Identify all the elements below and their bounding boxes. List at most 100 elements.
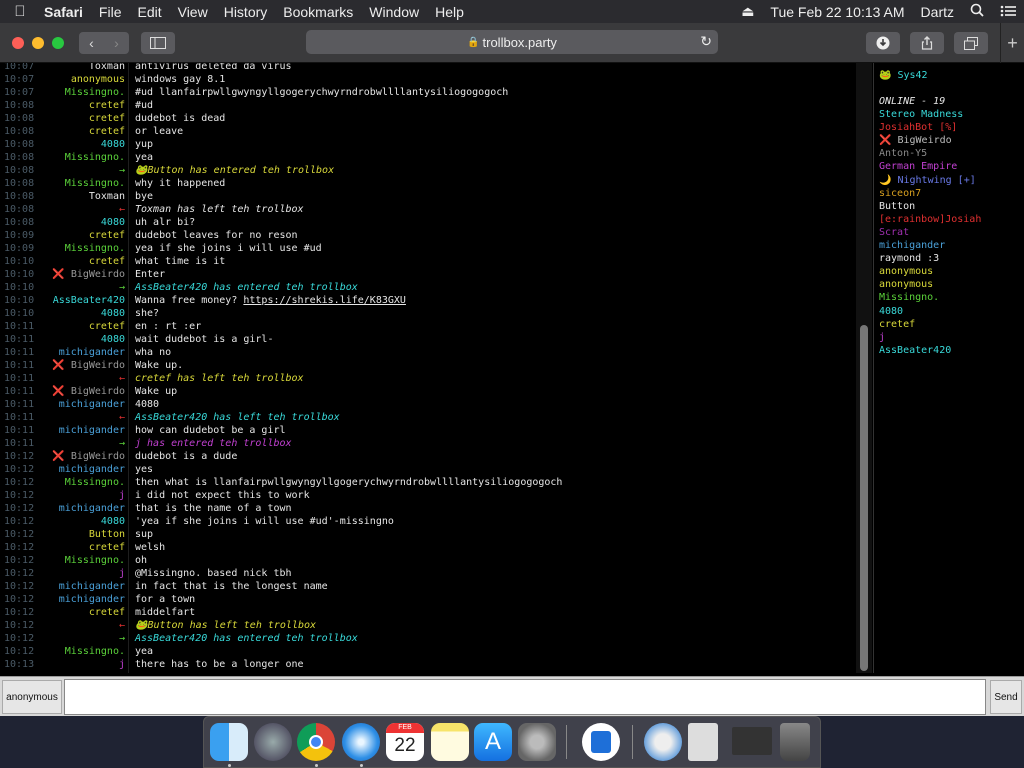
- online-user[interactable]: Stereo Madness: [879, 108, 963, 121]
- message-nick[interactable]: Toxman: [0, 63, 125, 73]
- share-button[interactable]: [910, 32, 944, 54]
- online-user[interactable]: 🌙 Nightwing [+]: [879, 174, 976, 187]
- message-nick[interactable]: →: [0, 632, 125, 645]
- close-window-button[interactable]: [12, 36, 24, 49]
- online-user[interactable]: michigander: [879, 239, 945, 252]
- send-button[interactable]: Send: [990, 680, 1022, 714]
- message-nick[interactable]: ❌ BigWeirdo: [0, 268, 125, 281]
- message-nick[interactable]: Toxman: [0, 190, 125, 203]
- online-user[interactable]: Anton-Y5: [879, 147, 927, 160]
- chrome-icon[interactable]: [297, 723, 335, 761]
- new-tab-button[interactable]: +: [1000, 23, 1024, 63]
- online-user[interactable]: [e:rainbow]Josiah: [879, 213, 981, 226]
- message-nick[interactable]: AssBeater420: [0, 294, 125, 307]
- minimize-window-button[interactable]: [32, 36, 44, 49]
- message-nick[interactable]: cretef: [0, 606, 125, 619]
- message-nick[interactable]: →: [0, 437, 125, 450]
- message-nick[interactable]: cretef: [0, 541, 125, 554]
- calendar-icon[interactable]: FEB 22: [386, 723, 424, 761]
- scrollbar-thumb[interactable]: [860, 325, 868, 671]
- menu-view[interactable]: View: [170, 4, 216, 20]
- back-icon[interactable]: ‹: [79, 35, 104, 51]
- message-nick[interactable]: cretef: [0, 229, 125, 242]
- message-nick[interactable]: cretef: [0, 255, 125, 268]
- message-nick[interactable]: 4080: [0, 138, 125, 151]
- menu-bookmarks[interactable]: Bookmarks: [275, 4, 361, 20]
- message-nick[interactable]: j: [0, 658, 125, 671]
- message-nick[interactable]: →: [0, 281, 125, 294]
- message-nick[interactable]: Missingno.: [0, 177, 125, 190]
- online-user[interactable]: JosiahBot [%]: [879, 121, 957, 134]
- message-nick[interactable]: Button: [0, 528, 125, 541]
- message-nick[interactable]: michigander: [0, 398, 125, 411]
- system-preferences-icon[interactable]: [518, 723, 556, 761]
- notification-center-icon[interactable]: [992, 4, 1024, 20]
- safari-icon[interactable]: [342, 723, 380, 761]
- document-stack-icon[interactable]: [688, 723, 718, 761]
- online-user[interactable]: 4080: [879, 305, 903, 318]
- message-nick[interactable]: anonymous: [0, 73, 125, 86]
- message-nick[interactable]: cretef: [0, 320, 125, 333]
- menu-edit[interactable]: Edit: [129, 4, 169, 20]
- message-nick[interactable]: Missingno.: [0, 242, 125, 255]
- zoom-window-button[interactable]: [52, 36, 64, 49]
- message-nick[interactable]: michigander: [0, 593, 125, 606]
- message-nick[interactable]: Missingno.: [0, 86, 125, 99]
- finder-icon[interactable]: [210, 723, 248, 761]
- message-nick[interactable]: ❌ BigWeirdo: [0, 385, 125, 398]
- message-nick[interactable]: michigander: [0, 502, 125, 515]
- online-user[interactable]: ❌ BigWeirdo: [879, 134, 952, 147]
- xcode-like-app-icon[interactable]: [582, 723, 620, 761]
- online-user[interactable]: j: [879, 331, 885, 344]
- downloads-button[interactable]: [866, 32, 900, 54]
- trash-icon[interactable]: [780, 723, 810, 761]
- app-store-icon[interactable]: A: [474, 723, 512, 761]
- menu-file[interactable]: File: [91, 4, 130, 20]
- message-nick[interactable]: ←: [0, 372, 125, 385]
- message-nick[interactable]: 4080: [0, 515, 125, 528]
- online-user[interactable]: raymond :3: [879, 252, 939, 265]
- spotlight-search-icon[interactable]: [962, 3, 992, 20]
- message-nick[interactable]: ←: [0, 411, 125, 424]
- message-link[interactable]: https://shrekis.life/K83GXU: [243, 295, 406, 306]
- online-user[interactable]: anonymous: [879, 265, 933, 278]
- launchpad-icon[interactable]: [254, 723, 292, 761]
- tabs-overview-button[interactable]: [954, 32, 988, 54]
- message-nick[interactable]: ❌ BigWeirdo: [0, 450, 125, 463]
- message-nick[interactable]: 4080: [0, 216, 125, 229]
- minimized-window-icon[interactable]: [732, 727, 772, 755]
- apple-icon[interactable]: : [0, 3, 40, 20]
- online-user[interactable]: cretef: [879, 318, 915, 331]
- message-nick[interactable]: michigander: [0, 346, 125, 359]
- menu-user[interactable]: Dartz: [913, 4, 962, 20]
- forward-icon[interactable]: ›: [104, 35, 129, 51]
- message-nick[interactable]: →: [0, 164, 125, 177]
- message-nick[interactable]: 4080: [0, 307, 125, 320]
- username-button[interactable]: anonymous: [2, 680, 62, 714]
- message-nick[interactable]: Missingno.: [0, 554, 125, 567]
- eject-icon[interactable]: ⏏: [733, 3, 762, 20]
- message-nick[interactable]: cretef: [0, 125, 125, 138]
- online-user[interactable]: Button: [879, 200, 915, 213]
- reload-icon[interactable]: ↻: [700, 33, 712, 50]
- message-nick[interactable]: Missingno.: [0, 476, 125, 489]
- message-nick[interactable]: cretef: [0, 112, 125, 125]
- notes-icon[interactable]: [431, 723, 469, 761]
- address-bar[interactable]: 🔒 trollbox.party ↻: [306, 30, 718, 54]
- online-user[interactable]: siceon7: [879, 187, 921, 200]
- message-nick[interactable]: j: [0, 567, 125, 580]
- message-nick[interactable]: 4080: [0, 333, 125, 346]
- online-user[interactable]: anonymous: [879, 278, 933, 291]
- menu-history[interactable]: History: [216, 4, 276, 20]
- message-nick[interactable]: michigander: [0, 580, 125, 593]
- chat-scrollbar[interactable]: [856, 63, 872, 673]
- menu-clock[interactable]: Tue Feb 22 10:13 AM: [762, 4, 912, 20]
- message-nick[interactable]: Missingno.: [0, 645, 125, 658]
- message-nick[interactable]: j: [0, 489, 125, 502]
- menu-window[interactable]: Window: [361, 4, 427, 20]
- menu-help[interactable]: Help: [427, 4, 472, 20]
- message-nick[interactable]: ❌ BigWeirdo: [0, 359, 125, 372]
- menu-app-name[interactable]: Safari: [40, 4, 91, 20]
- online-user[interactable]: AssBeater420: [879, 344, 951, 357]
- pinned-user[interactable]: 🐸 Sys42: [879, 69, 928, 82]
